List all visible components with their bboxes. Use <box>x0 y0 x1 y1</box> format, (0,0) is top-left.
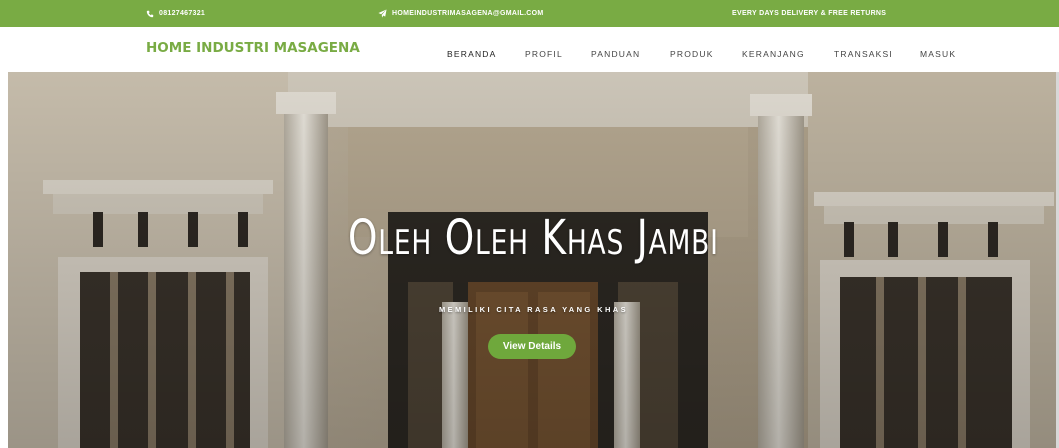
contact-phone[interactable]: 08127467321 <box>146 0 205 27</box>
nav-item-produk[interactable]: PRODUK <box>670 49 714 59</box>
main-menu: BERANDA PROFIL PANDUAN PRODUK KERANJANG … <box>0 27 1059 72</box>
phone-icon <box>146 10 154 17</box>
nav-item-profil[interactable]: PROFIL <box>525 49 563 59</box>
paper-plane-icon <box>378 9 387 18</box>
nav-item-keranjang[interactable]: KERANJANG <box>742 49 805 59</box>
main-navbar: HOME INDUSTRI MASAGENA BERANDA PROFIL PA… <box>0 27 1059 72</box>
hero-subtitle: MEMILIKI CITA RASA YANG KHAS <box>438 305 628 314</box>
hero-banner: Oleh Oleh Khas Jambi MEMILIKI CITA RASA … <box>8 72 1059 448</box>
delivery-text: EVERY DAYS DELIVERY & FREE RETURNS <box>732 10 887 17</box>
nav-item-panduan[interactable]: PANDUAN <box>591 49 640 59</box>
contact-email[interactable]: HOMEINDUSTRIMASAGENA@GMAIL.COM <box>378 0 544 27</box>
phone-number: 08127467321 <box>159 10 206 17</box>
nav-item-masuk[interactable]: MASUK <box>920 49 956 59</box>
email-address: HOMEINDUSTRIMASAGENA@GMAIL.COM <box>392 10 544 17</box>
hero-title: Oleh Oleh Khas Jambi <box>348 210 719 266</box>
nav-item-transaksi[interactable]: TRANSAKSI <box>834 49 893 59</box>
view-details-button[interactable]: View Details <box>488 334 576 359</box>
top-info-bar: 08127467321 HOMEINDUSTRIMASAGENA@GMAIL.C… <box>0 0 1059 27</box>
delivery-notice: EVERY DAYS DELIVERY & FREE RETURNS <box>732 0 886 27</box>
nav-item-beranda[interactable]: BERANDA <box>447 49 497 59</box>
